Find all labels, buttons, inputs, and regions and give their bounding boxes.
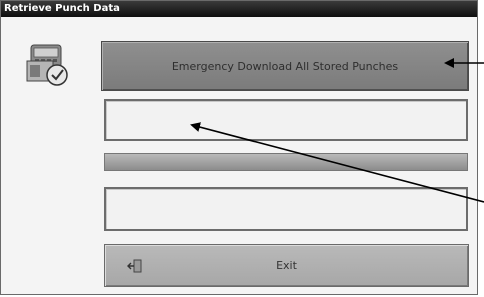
window-title: Retrieve Punch Data bbox=[1, 1, 477, 17]
time-clock-download-icon bbox=[26, 44, 68, 86]
exit-door-icon bbox=[127, 259, 142, 273]
details-field bbox=[104, 187, 468, 231]
emergency-download-button[interactable]: Emergency Download All Stored Punches bbox=[101, 41, 469, 91]
download-progress-bar bbox=[104, 153, 468, 171]
retrieve-punch-data-window: Retrieve Punch Data Emergency Download A… bbox=[0, 0, 478, 295]
exit-button[interactable]: Exit bbox=[104, 244, 469, 287]
progress-fill bbox=[105, 154, 467, 170]
exit-button-label: Exit bbox=[276, 259, 297, 272]
status-field bbox=[104, 99, 468, 141]
